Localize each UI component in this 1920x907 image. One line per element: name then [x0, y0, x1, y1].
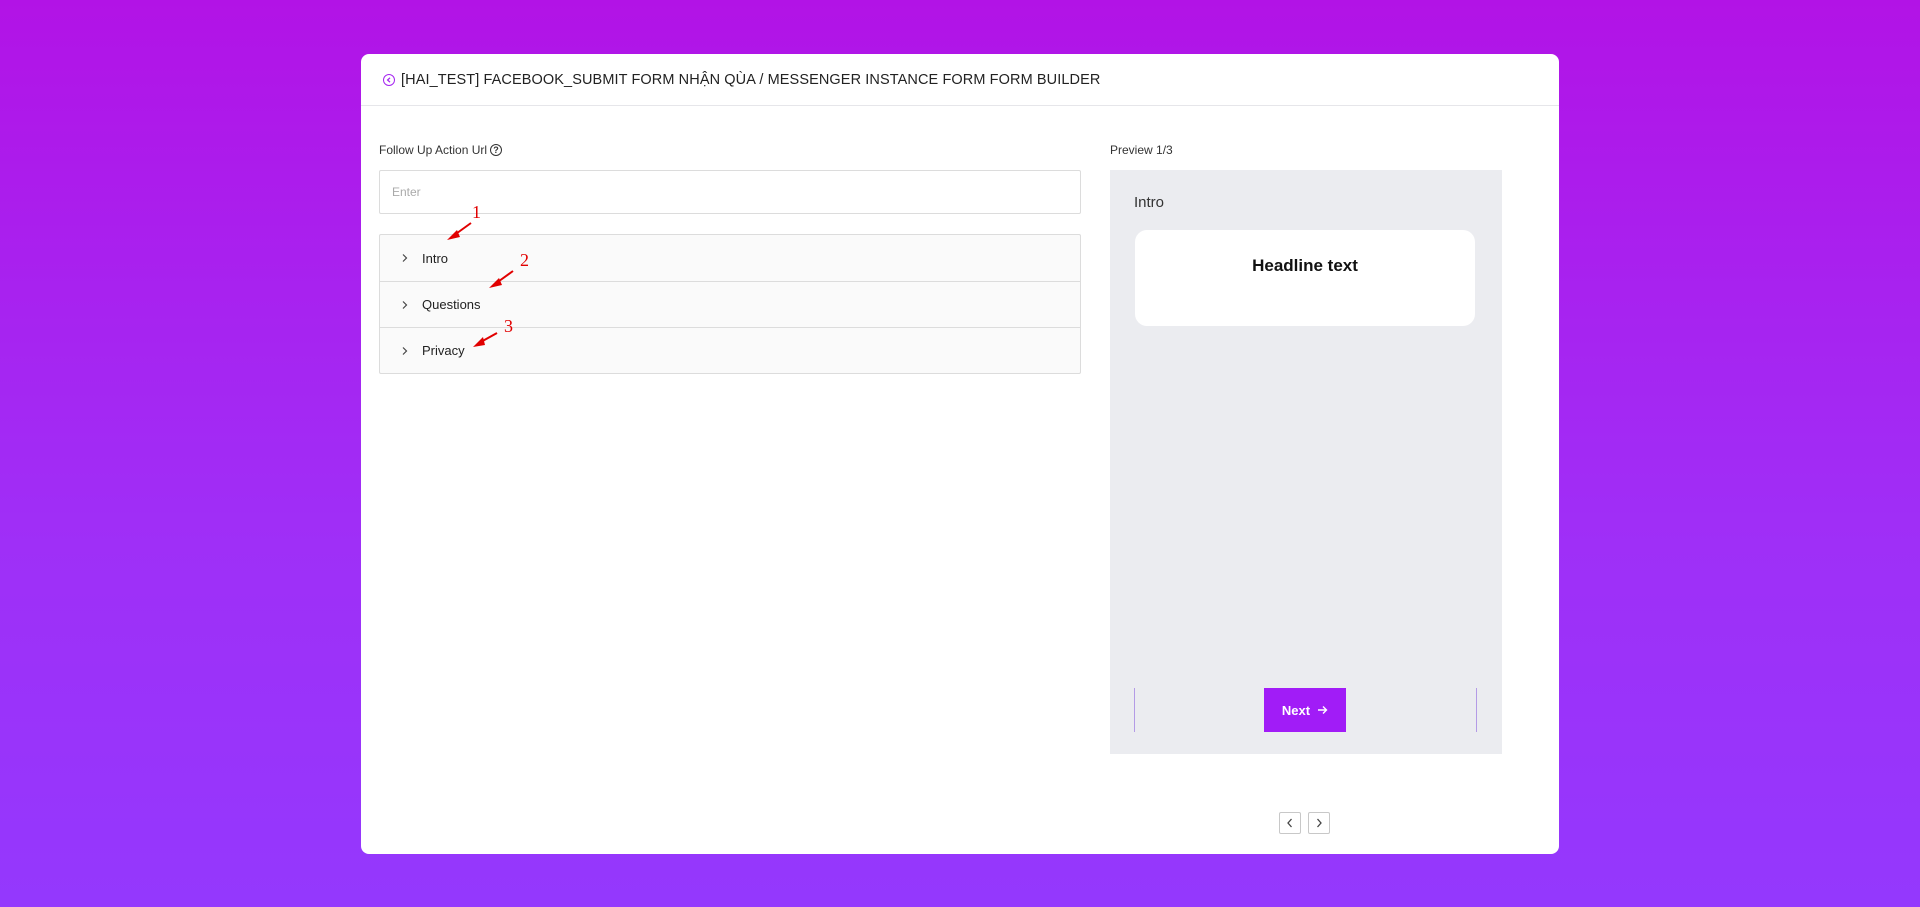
headline-text: Headline text — [1252, 256, 1358, 275]
accordion-item-questions[interactable]: Questions — [380, 281, 1080, 327]
chevron-right-icon — [398, 344, 412, 358]
chevron-right-icon — [398, 298, 412, 312]
annotation-arrow-icon — [447, 222, 472, 240]
annotation-arrow-icon — [489, 270, 514, 288]
follow-up-url-label-text: Follow Up Action Url — [379, 143, 488, 157]
chevron-right-icon — [1317, 818, 1322, 828]
arrow-right-icon — [1317, 705, 1328, 715]
next-button[interactable]: Next — [1264, 688, 1346, 732]
preview-section-title: Intro — [1134, 194, 1165, 211]
accordion-item-intro[interactable]: Intro — [380, 235, 1080, 281]
annotation-arrow-icon — [473, 332, 498, 347]
preview-pager — [1279, 812, 1330, 834]
follow-up-url-input[interactable] — [379, 170, 1081, 214]
next-page-button[interactable] — [1308, 812, 1330, 834]
accordion-item-label: Intro — [422, 250, 449, 266]
page-title: [HAI_TEST] FACEBOOK_SUBMIT FORM NHẬN QÙA… — [401, 71, 1101, 88]
preview-label: Preview 1/3 — [1110, 143, 1173, 157]
page-header: [HAI_TEST] FACEBOOK_SUBMIT FORM NHẬN QÙA… — [361, 54, 1559, 106]
prev-page-button[interactable] — [1279, 812, 1301, 834]
headline-card: Headline text — [1135, 230, 1475, 326]
preview-panel: Preview 1/3 Intro Headline text Next — [1110, 142, 1502, 834]
annotation-number-3: 3 — [504, 316, 513, 336]
form-builder-card: [HAI_TEST] FACEBOOK_SUBMIT FORM NHẬN QÙA… — [361, 54, 1559, 854]
form-sections-accordion: Intro Questions Privacy — [379, 234, 1081, 374]
next-button-label: Next — [1281, 702, 1311, 718]
annotation-number-2: 2 — [520, 250, 529, 270]
follow-up-url-label: Follow Up Action Url ? — [379, 142, 1081, 158]
question-circle-icon[interactable]: ? — [490, 144, 503, 156]
preview-phone-frame: Intro Headline text Next — [1110, 170, 1502, 754]
accordion-item-label: Privacy — [422, 343, 465, 358]
chevron-left-circle-icon[interactable] — [383, 74, 395, 86]
chevron-left-icon — [1287, 818, 1292, 828]
chevron-right-icon — [398, 251, 412, 265]
accordion-item-label: Questions — [422, 297, 481, 312]
